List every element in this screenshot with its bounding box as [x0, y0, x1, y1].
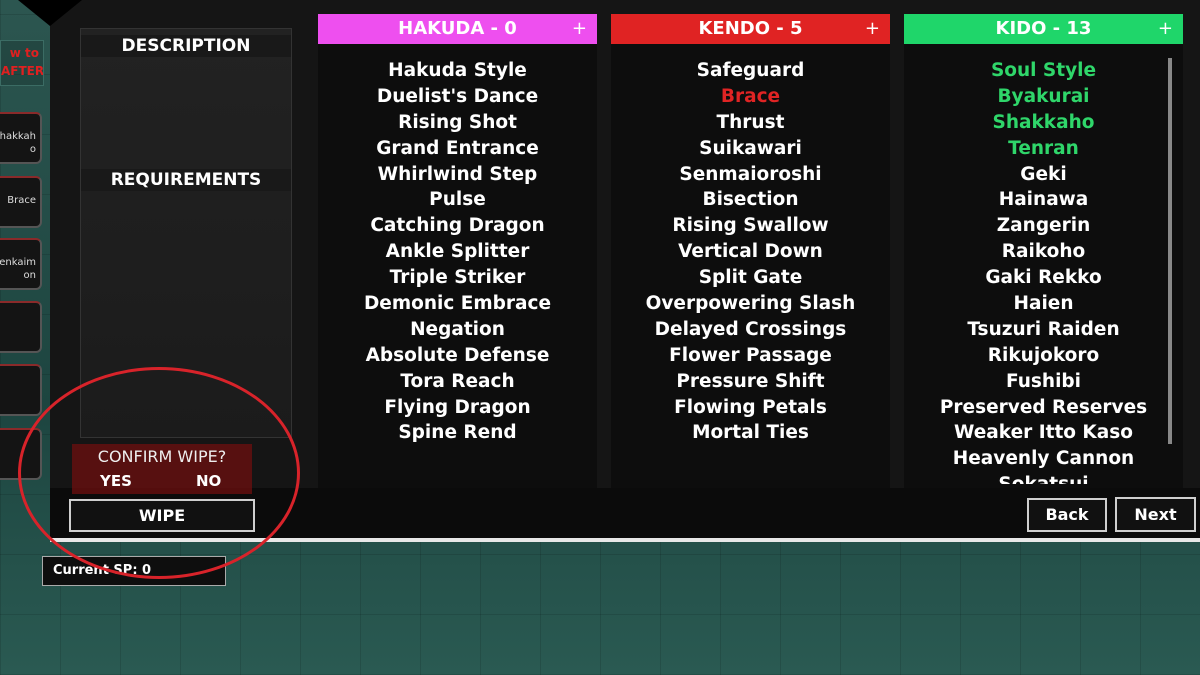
corner-decoration — [18, 0, 82, 26]
plus-icon[interactable]: + — [865, 14, 880, 44]
plus-icon[interactable]: + — [1158, 14, 1173, 44]
description-title: DESCRIPTION — [81, 35, 291, 57]
skill-item[interactable]: Flower Passage — [611, 343, 890, 369]
skill-item[interactable]: Gaki Rekko — [904, 265, 1183, 291]
side-info-line: w to — [9, 46, 39, 60]
skill-column-kendo: KENDO - 5 + Safeguard Brace Thrust Suikawari S… — [611, 14, 890, 488]
wipe-button[interactable]: WIPE — [69, 499, 255, 532]
column-title: KENDO - 5 — [698, 18, 803, 39]
plus-icon[interactable]: + — [572, 14, 587, 44]
skill-item[interactable]: Hainawa — [904, 187, 1183, 213]
confirm-wipe-dialog: CONFIRM WIPE? YES NO — [72, 444, 252, 494]
skill-item[interactable]: Absolute Defense — [318, 343, 597, 369]
column-header: KENDO - 5 + — [611, 14, 890, 44]
skill-item[interactable]: Shakkaho — [904, 110, 1183, 136]
skill-item[interactable]: Rikujokoro — [904, 343, 1183, 369]
confirm-question: CONFIRM WIPE? — [97, 447, 227, 466]
skill-item[interactable]: Brace — [611, 84, 890, 110]
skill-item[interactable]: Senmaioroshi — [611, 162, 890, 188]
skill-item[interactable]: Pulse — [318, 187, 597, 213]
skill-list: Hakuda Style Duelist's Dance Rising Shot Gr… — [318, 58, 597, 484]
back-button[interactable]: Back — [1027, 498, 1107, 532]
skill-list: Soul Style Byakurai Shakkaho Tenran Geki Hain… — [904, 58, 1183, 484]
yes-button[interactable]: YES — [100, 472, 132, 490]
skill-column-hakuda: HAKUDA - 0 + Hakuda Style Duelist's Dance Ri… — [318, 14, 597, 488]
skill-item[interactable]: Pressure Shift — [611, 369, 890, 395]
column-title: HAKUDA - 0 — [398, 18, 517, 39]
skill-item[interactable]: Sokatsui — [904, 472, 1183, 484]
column-header: KIDO - 13 + — [904, 14, 1183, 44]
skill-item[interactable]: Soul Style — [904, 58, 1183, 84]
skill-item[interactable]: Bisection — [611, 187, 890, 213]
column-title: KIDO - 13 — [995, 18, 1092, 39]
skill-item[interactable]: Flowing Petals — [611, 395, 890, 421]
skill-item[interactable]: Rising Swallow — [611, 213, 890, 239]
column-header: HAKUDA - 0 + — [318, 14, 597, 44]
skill-item[interactable]: Weaker Itto Kaso — [904, 420, 1183, 446]
requirements-title: REQUIREMENTS — [81, 169, 291, 191]
skill-item[interactable]: Raikoho — [904, 239, 1183, 265]
skill-item[interactable]: Triple Striker — [318, 265, 597, 291]
hotbar-slot[interactable]: enkaim on — [0, 238, 42, 290]
no-button[interactable]: NO — [196, 472, 221, 490]
skill-item[interactable]: Byakurai — [904, 84, 1183, 110]
skill-item[interactable]: Vertical Down — [611, 239, 890, 265]
kido-scrollbar[interactable] — [1168, 58, 1172, 444]
skill-item[interactable]: Heavenly Cannon — [904, 446, 1183, 472]
skill-item[interactable]: Tora Reach — [318, 369, 597, 395]
skill-item[interactable]: Duelist's Dance — [318, 84, 597, 110]
skill-item[interactable]: Zangerin — [904, 213, 1183, 239]
skill-item[interactable]: Overpowering Slash — [611, 291, 890, 317]
skill-item[interactable]: Spine Rend — [318, 420, 597, 446]
skill-item[interactable]: Safeguard — [611, 58, 890, 84]
next-button[interactable]: Next — [1115, 497, 1196, 532]
skill-item[interactable]: Geki — [904, 162, 1183, 188]
skill-list: Safeguard Brace Thrust Suikawari Senmaiorosh… — [611, 58, 890, 484]
description-panel: DESCRIPTION REQUIREMENTS — [80, 28, 292, 438]
current-sp-label: Current SP: 0 — [42, 556, 226, 586]
hotbar-slot[interactable]: Brace — [0, 176, 42, 228]
skill-item[interactable]: Suikawari — [611, 136, 890, 162]
side-info-box: w to AFTER — [0, 40, 44, 86]
skill-item[interactable]: Whirlwind Step — [318, 162, 597, 188]
side-info-line: AFTER — [1, 64, 44, 78]
hotbar-slot[interactable]: hakkah o — [0, 112, 42, 164]
hotbar-slot[interactable] — [0, 428, 42, 480]
skill-item[interactable]: Tenran — [904, 136, 1183, 162]
skill-item[interactable]: Delayed Crossings — [611, 317, 890, 343]
hotbar-slot[interactable] — [0, 301, 42, 353]
skill-column-kido: KIDO - 13 + Soul Style Byakurai Shakkaho Tenr… — [904, 14, 1183, 488]
skill-item[interactable]: Flying Dragon — [318, 395, 597, 421]
skill-item[interactable]: Demonic Embrace — [318, 291, 597, 317]
skill-item[interactable]: Negation — [318, 317, 597, 343]
skill-item[interactable]: Grand Entrance — [318, 136, 597, 162]
skill-item[interactable]: Catching Dragon — [318, 213, 597, 239]
hotbar-slot[interactable] — [0, 364, 42, 416]
skill-item[interactable]: Split Gate — [611, 265, 890, 291]
skill-item[interactable]: Thrust — [611, 110, 890, 136]
skill-item[interactable]: Tsuzuri Raiden — [904, 317, 1183, 343]
skill-item[interactable]: Mortal Ties — [611, 420, 890, 446]
skill-item[interactable]: Rising Shot — [318, 110, 597, 136]
skill-item[interactable]: Preserved Reserves — [904, 395, 1183, 421]
skill-item[interactable]: Fushibi — [904, 369, 1183, 395]
skill-item[interactable]: Ankle Splitter — [318, 239, 597, 265]
skill-item[interactable]: Haien — [904, 291, 1183, 317]
skill-item[interactable]: Hakuda Style — [318, 58, 597, 84]
